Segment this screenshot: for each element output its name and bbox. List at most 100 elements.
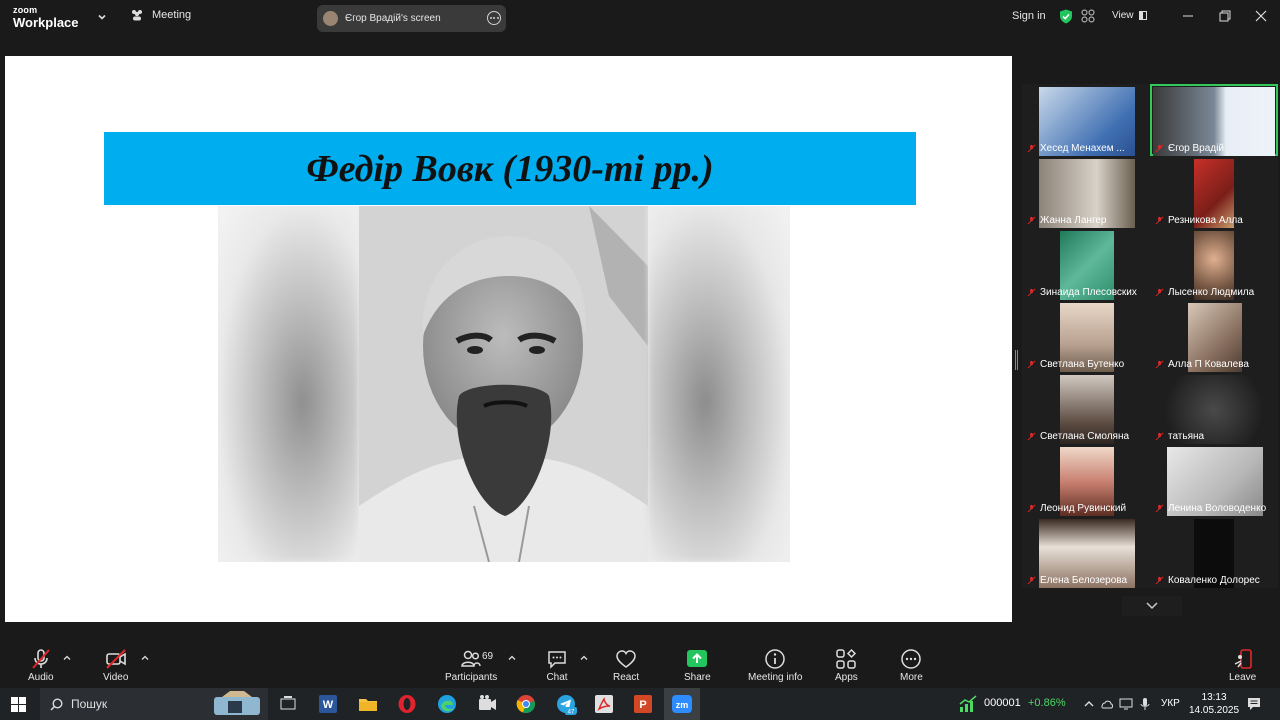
mic-muted-icon	[1155, 432, 1164, 441]
pdf-reader-icon[interactable]	[593, 693, 615, 715]
chevron-down-icon[interactable]	[96, 11, 108, 23]
info-icon	[765, 649, 785, 669]
react-button[interactable]: React	[613, 648, 639, 683]
mic-muted-icon	[1027, 432, 1036, 441]
video-editor-icon[interactable]	[476, 693, 498, 715]
screen-share-indicator[interactable]: Єгор Врадій's screen	[317, 5, 506, 32]
participant-name: Лысенко Людмила	[1155, 287, 1254, 298]
participant-tile[interactable]: Алла П Ковалева	[1150, 300, 1278, 372]
opera-icon[interactable]	[396, 693, 418, 715]
participant-tile[interactable]: Коваленко Долорес	[1150, 516, 1278, 588]
participant-tile[interactable]: Леонид Рувинский	[1022, 444, 1150, 516]
react-label: React	[613, 672, 640, 683]
more-button[interactable]: More	[900, 648, 923, 683]
mic-muted-icon	[1155, 216, 1164, 225]
mic-muted-icon	[1027, 360, 1036, 369]
participant-name: Светлана Смоляна	[1027, 431, 1129, 442]
chrome-icon[interactable]	[515, 693, 537, 715]
apps-icon	[836, 648, 857, 669]
participant-tile[interactable]: Елена Белозерова	[1022, 516, 1150, 588]
tray-expand-icon[interactable]	[1083, 698, 1095, 710]
audio-label: Audio	[28, 672, 54, 683]
participant-tile[interactable]: Лысенко Людмила	[1150, 228, 1278, 300]
participants-options-icon[interactable]	[508, 654, 516, 662]
word-icon[interactable]: W	[317, 693, 339, 715]
chat-icon	[548, 651, 566, 669]
participant-name-text: Ленина Воловоденко	[1168, 503, 1267, 514]
share-button[interactable]: Share	[684, 648, 711, 683]
participant-name: Леонид Рувинский	[1027, 503, 1126, 514]
gallery-grid-icon[interactable]	[1081, 9, 1095, 23]
network-icon[interactable]	[1119, 697, 1133, 711]
zoom-app-icon[interactable]: zm	[671, 693, 693, 715]
input-language[interactable]: УКР	[1161, 698, 1180, 709]
file-explorer-icon[interactable]	[357, 693, 379, 715]
video-button[interactable]: Video	[103, 648, 128, 683]
participant-tile[interactable]: Зинаида Плесовских	[1022, 228, 1150, 300]
stock-change: +0.86%	[1028, 697, 1066, 709]
gallery-scroll-down-icon[interactable]	[1122, 596, 1182, 616]
shield-check-icon[interactable]	[1059, 9, 1073, 24]
meeting-toolbar: Audio Video Participants Chat React Shar…	[0, 640, 1280, 688]
taskbar-search[interactable]: Пошук	[40, 688, 268, 720]
cloud-icon[interactable]	[1100, 697, 1114, 711]
mic-muted-icon	[1027, 216, 1036, 225]
sign-in-link[interactable]: Sign in	[1012, 10, 1046, 22]
participant-tile[interactable]: Светлана Смоляна	[1022, 372, 1150, 444]
chat-options-icon[interactable]	[580, 654, 588, 662]
audio-options-icon[interactable]	[63, 654, 71, 662]
participant-tile[interactable]: Єгор Врадій	[1150, 84, 1278, 156]
mic-muted-icon	[1027, 576, 1036, 585]
view-label: View	[1112, 10, 1134, 21]
mic-muted-icon	[1155, 576, 1164, 585]
participant-name-text: Светлана Смоляна	[1040, 431, 1130, 442]
participant-name: Ленина Воловоденко	[1155, 503, 1266, 514]
participant-tile[interactable]: Хесед Менахем ...	[1022, 84, 1150, 156]
search-icon	[50, 697, 63, 711]
brand-workplace: Workplace	[13, 15, 79, 30]
apps-button[interactable]: Apps	[835, 648, 858, 683]
search-placeholder: Пошук	[71, 697, 108, 711]
meeting-info-label: Meeting info	[748, 672, 803, 683]
people-icon	[132, 10, 142, 21]
task-view-icon[interactable]	[277, 693, 299, 715]
video-muted-icon	[105, 649, 126, 669]
meeting-info-button[interactable]: Meeting info	[748, 648, 802, 683]
video-options-icon[interactable]	[141, 654, 149, 662]
participant-tile[interactable]: Резникова Алла	[1150, 156, 1278, 228]
powerpoint-icon[interactable]: P	[632, 693, 654, 715]
more-icon	[901, 649, 922, 669]
notifications-icon[interactable]	[1247, 697, 1261, 711]
participant-gallery: Хесед Менахем ... Єгор Врадій Жанна Ланг…	[1022, 84, 1280, 594]
audio-button[interactable]: Audio	[28, 648, 54, 683]
edge-icon[interactable]	[436, 693, 458, 715]
participant-tile[interactable]: татьяна	[1150, 372, 1278, 444]
telegram-icon[interactable]: 47	[555, 693, 577, 715]
video-label: Video	[103, 672, 129, 683]
close-icon[interactable]	[1254, 9, 1268, 23]
more-options-icon[interactable]	[487, 11, 501, 25]
participant-tile[interactable]: Ленина Воловоденко	[1150, 444, 1278, 516]
microphone-tray-icon[interactable]	[1138, 697, 1152, 711]
participant-name-text: Коваленко Долорес	[1168, 575, 1260, 586]
chat-button[interactable]: Chat	[546, 648, 568, 683]
participant-tile[interactable]: Светлана Бутенко	[1022, 300, 1150, 372]
participant-tile[interactable]: Жанна Лангер	[1022, 156, 1150, 228]
slide-title-banner: Федір Вовк (1930-ті рр.)	[104, 132, 916, 205]
mic-muted-icon	[1155, 144, 1164, 153]
restore-icon[interactable]	[1218, 9, 1232, 23]
presentation-slide: Федір Вовк (1930-ті рр.)	[5, 56, 1012, 622]
mic-muted-icon	[32, 649, 50, 669]
participant-name-text: Зинаида Плесовских	[1040, 287, 1137, 298]
leave-button[interactable]: Leave	[1229, 648, 1256, 683]
minimize-icon[interactable]	[1181, 9, 1195, 23]
meeting-button[interactable]: Meeting	[130, 9, 191, 21]
mic-muted-icon	[1155, 360, 1164, 369]
chat-label: Chat	[546, 672, 568, 683]
system-clock[interactable]: 13:13 14.05.2025	[1189, 691, 1239, 717]
stock-chart-icon[interactable]	[959, 695, 977, 713]
view-button[interactable]: View	[1112, 10, 1147, 21]
participant-name: Светлана Бутенко	[1027, 359, 1124, 370]
panel-resize-handle[interactable]	[1015, 350, 1018, 370]
windows-start-icon[interactable]	[11, 697, 26, 712]
